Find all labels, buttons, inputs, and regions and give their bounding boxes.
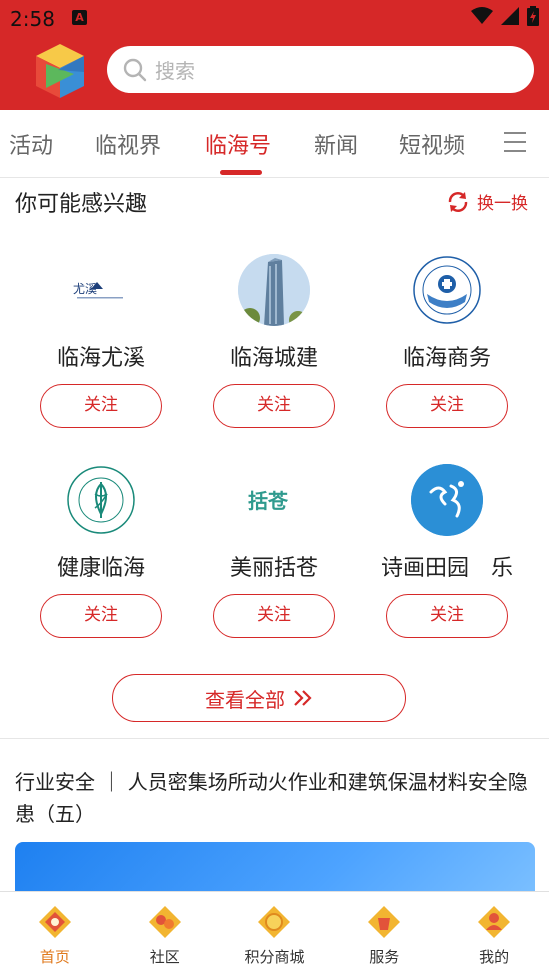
view-all-label: 查看全部	[205, 687, 285, 712]
tab-activity[interactable]: 活动	[9, 128, 53, 160]
signal-icon	[501, 7, 519, 25]
nav-label: 社区	[149, 948, 180, 966]
account-name: 美丽括苍	[229, 556, 318, 581]
view-all-button[interactable]: 查看全部	[112, 674, 406, 722]
account-card: 临海商务 关注	[361, 254, 533, 428]
avatar[interactable]	[65, 464, 137, 536]
account-card: 尤溪 临海尤溪 关注	[15, 254, 187, 428]
refresh-icon	[448, 191, 468, 212]
section-divider	[0, 738, 549, 739]
double-chevron-right-icon	[294, 690, 312, 706]
app-logo	[36, 44, 84, 98]
home-icon	[38, 906, 71, 938]
account-card: 临海城建 关注	[188, 254, 360, 428]
tab-news[interactable]: 新闻	[314, 128, 358, 160]
avatar[interactable]: 括苍	[238, 464, 310, 536]
notification-icon: A	[72, 10, 87, 25]
nav-mine[interactable]: 我的	[439, 892, 549, 976]
commerce-bureau-seal	[413, 256, 481, 324]
nav-community[interactable]: 社区	[110, 892, 220, 976]
nav-label: 服务	[369, 948, 400, 966]
kuocang-logo: 括苍	[248, 489, 289, 513]
avatar[interactable]	[238, 254, 310, 326]
avatar[interactable]: 尤溪	[65, 254, 137, 326]
account-card: 括苍 美丽括苍 关注	[188, 464, 360, 638]
follow-button[interactable]: 关注	[386, 384, 508, 428]
account-name: 诗画田园 乐	[380, 556, 513, 581]
battery-icon	[527, 6, 539, 26]
nav-label: 首页	[39, 948, 70, 966]
status-time: 2:58	[10, 7, 55, 31]
bottom-nav: 首页 社区 积分商城 服务 我的	[0, 891, 549, 976]
skyscraper-photo	[238, 254, 310, 326]
svg-text:括苍: 括苍	[248, 489, 289, 513]
account-name: 临海商务	[402, 346, 491, 371]
follow-button[interactable]: 关注	[213, 384, 335, 428]
nav-label: 积分商城	[244, 948, 305, 966]
youxi-logo: 尤溪	[73, 282, 123, 299]
section-title: 你可能感兴趣	[15, 192, 148, 217]
follow-button[interactable]: 关注	[40, 384, 162, 428]
follow-button[interactable]: 关注	[40, 594, 162, 638]
account-name: 临海尤溪	[56, 346, 145, 371]
status-icons	[471, 6, 539, 26]
nav-services[interactable]: 服务	[329, 892, 439, 976]
tab-linshijie[interactable]: 临视界	[95, 128, 161, 160]
tab-short-video[interactable]: 短视频	[399, 128, 465, 160]
avatar[interactable]	[411, 254, 483, 326]
refresh-button[interactable]: 换一换	[446, 189, 528, 214]
account-card: 健康临海 关注	[15, 464, 187, 638]
follow-button[interactable]: 关注	[386, 594, 508, 638]
refresh-label: 换一换	[477, 194, 528, 214]
poem-field-logo	[411, 464, 483, 536]
wifi-icon	[471, 7, 493, 24]
tab-linhaihao[interactable]: 临海号	[205, 128, 271, 160]
app-header: 2:58 A 搜索	[0, 0, 549, 110]
avatar[interactable]	[411, 464, 483, 536]
services-icon	[368, 906, 401, 938]
health-bureau-seal	[67, 466, 135, 534]
menu-icon[interactable]	[504, 132, 526, 154]
account-card: 诗画田园 乐 关注	[361, 464, 533, 638]
account-name: 健康临海	[56, 556, 145, 581]
news-title[interactable]: 行业安全 ｜ 人员密集场所动火作业和建筑保温材料安全隐患（五）	[15, 766, 535, 830]
profile-icon	[478, 906, 511, 938]
search-placeholder: 搜索	[155, 59, 195, 83]
account-name: 临海城建	[229, 346, 318, 371]
search-input[interactable]: 搜索	[107, 46, 534, 93]
follow-button[interactable]: 关注	[213, 594, 335, 638]
search-icon	[123, 58, 147, 81]
community-icon	[148, 906, 181, 938]
nav-points-mall[interactable]: 积分商城	[220, 892, 330, 976]
active-tab-indicator	[220, 170, 262, 175]
nav-label: 我的	[479, 948, 510, 966]
channel-tabs: 活动 临视界 临海号 新闻 短视频	[0, 110, 549, 178]
nav-home[interactable]: 首页	[0, 892, 110, 976]
points-mall-icon	[258, 906, 291, 938]
